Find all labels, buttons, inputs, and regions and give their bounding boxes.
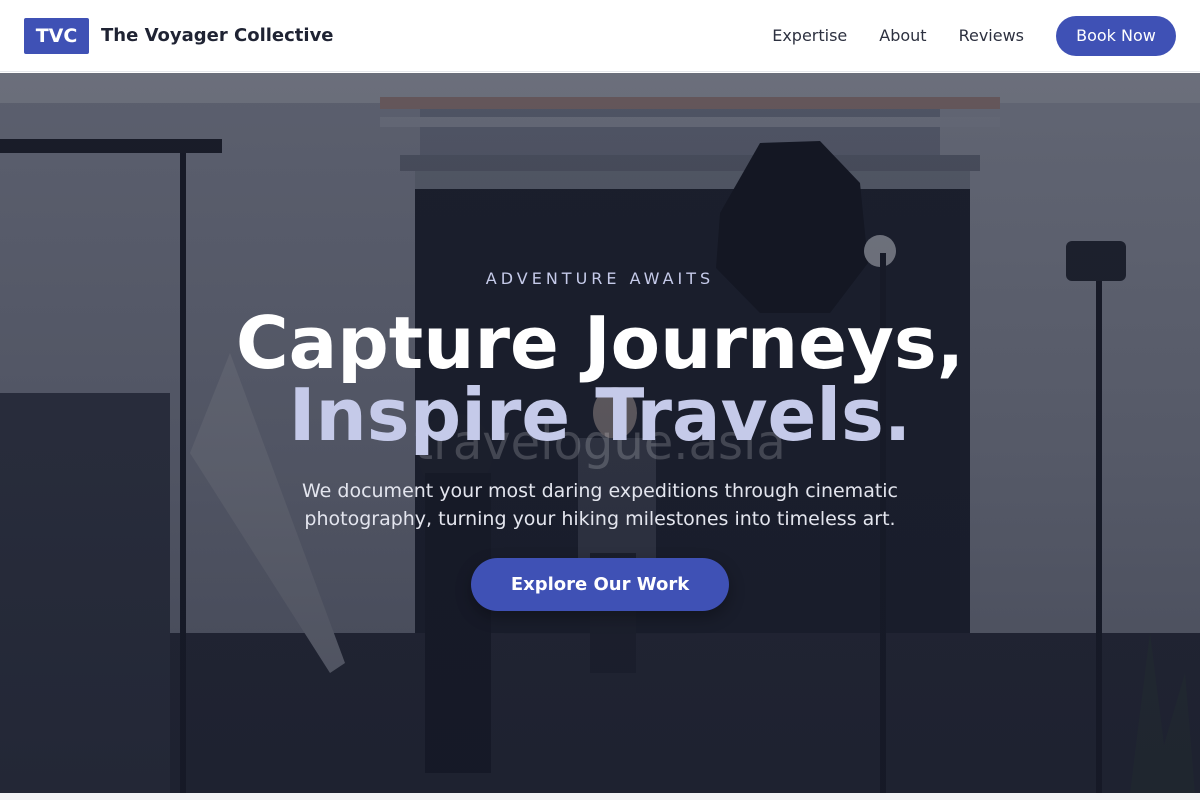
explore-our-work-button[interactable]: Explore Our Work (471, 558, 729, 611)
next-section-edge (0, 793, 1200, 800)
hero-headline-line1: Capture Journeys, (235, 301, 965, 385)
hero-subtext: We document your most daring expeditions… (301, 480, 899, 530)
hero-section: ADVENTURE AWAITS travelogue.asia Capture… (0, 73, 1200, 793)
site-header: TVC The Voyager Collective Expertise Abo… (0, 0, 1200, 72)
nav-link-about[interactable]: About (879, 26, 926, 45)
book-now-button[interactable]: Book Now (1056, 15, 1176, 56)
main-nav: Expertise About Reviews Book Now (772, 15, 1176, 56)
hero-eyebrow: ADVENTURE AWAITS (485, 269, 715, 288)
brand[interactable]: TVC The Voyager Collective (24, 17, 334, 54)
brand-name[interactable]: The Voyager Collective (101, 25, 334, 46)
nav-link-expertise[interactable]: Expertise (772, 26, 847, 45)
hero-headline-line2: Inspire Travels. (288, 373, 912, 457)
logo[interactable]: TVC (24, 17, 89, 54)
hero-content: ADVENTURE AWAITS travelogue.asia Capture… (0, 73, 1200, 793)
nav-link-reviews[interactable]: Reviews (959, 26, 1024, 45)
